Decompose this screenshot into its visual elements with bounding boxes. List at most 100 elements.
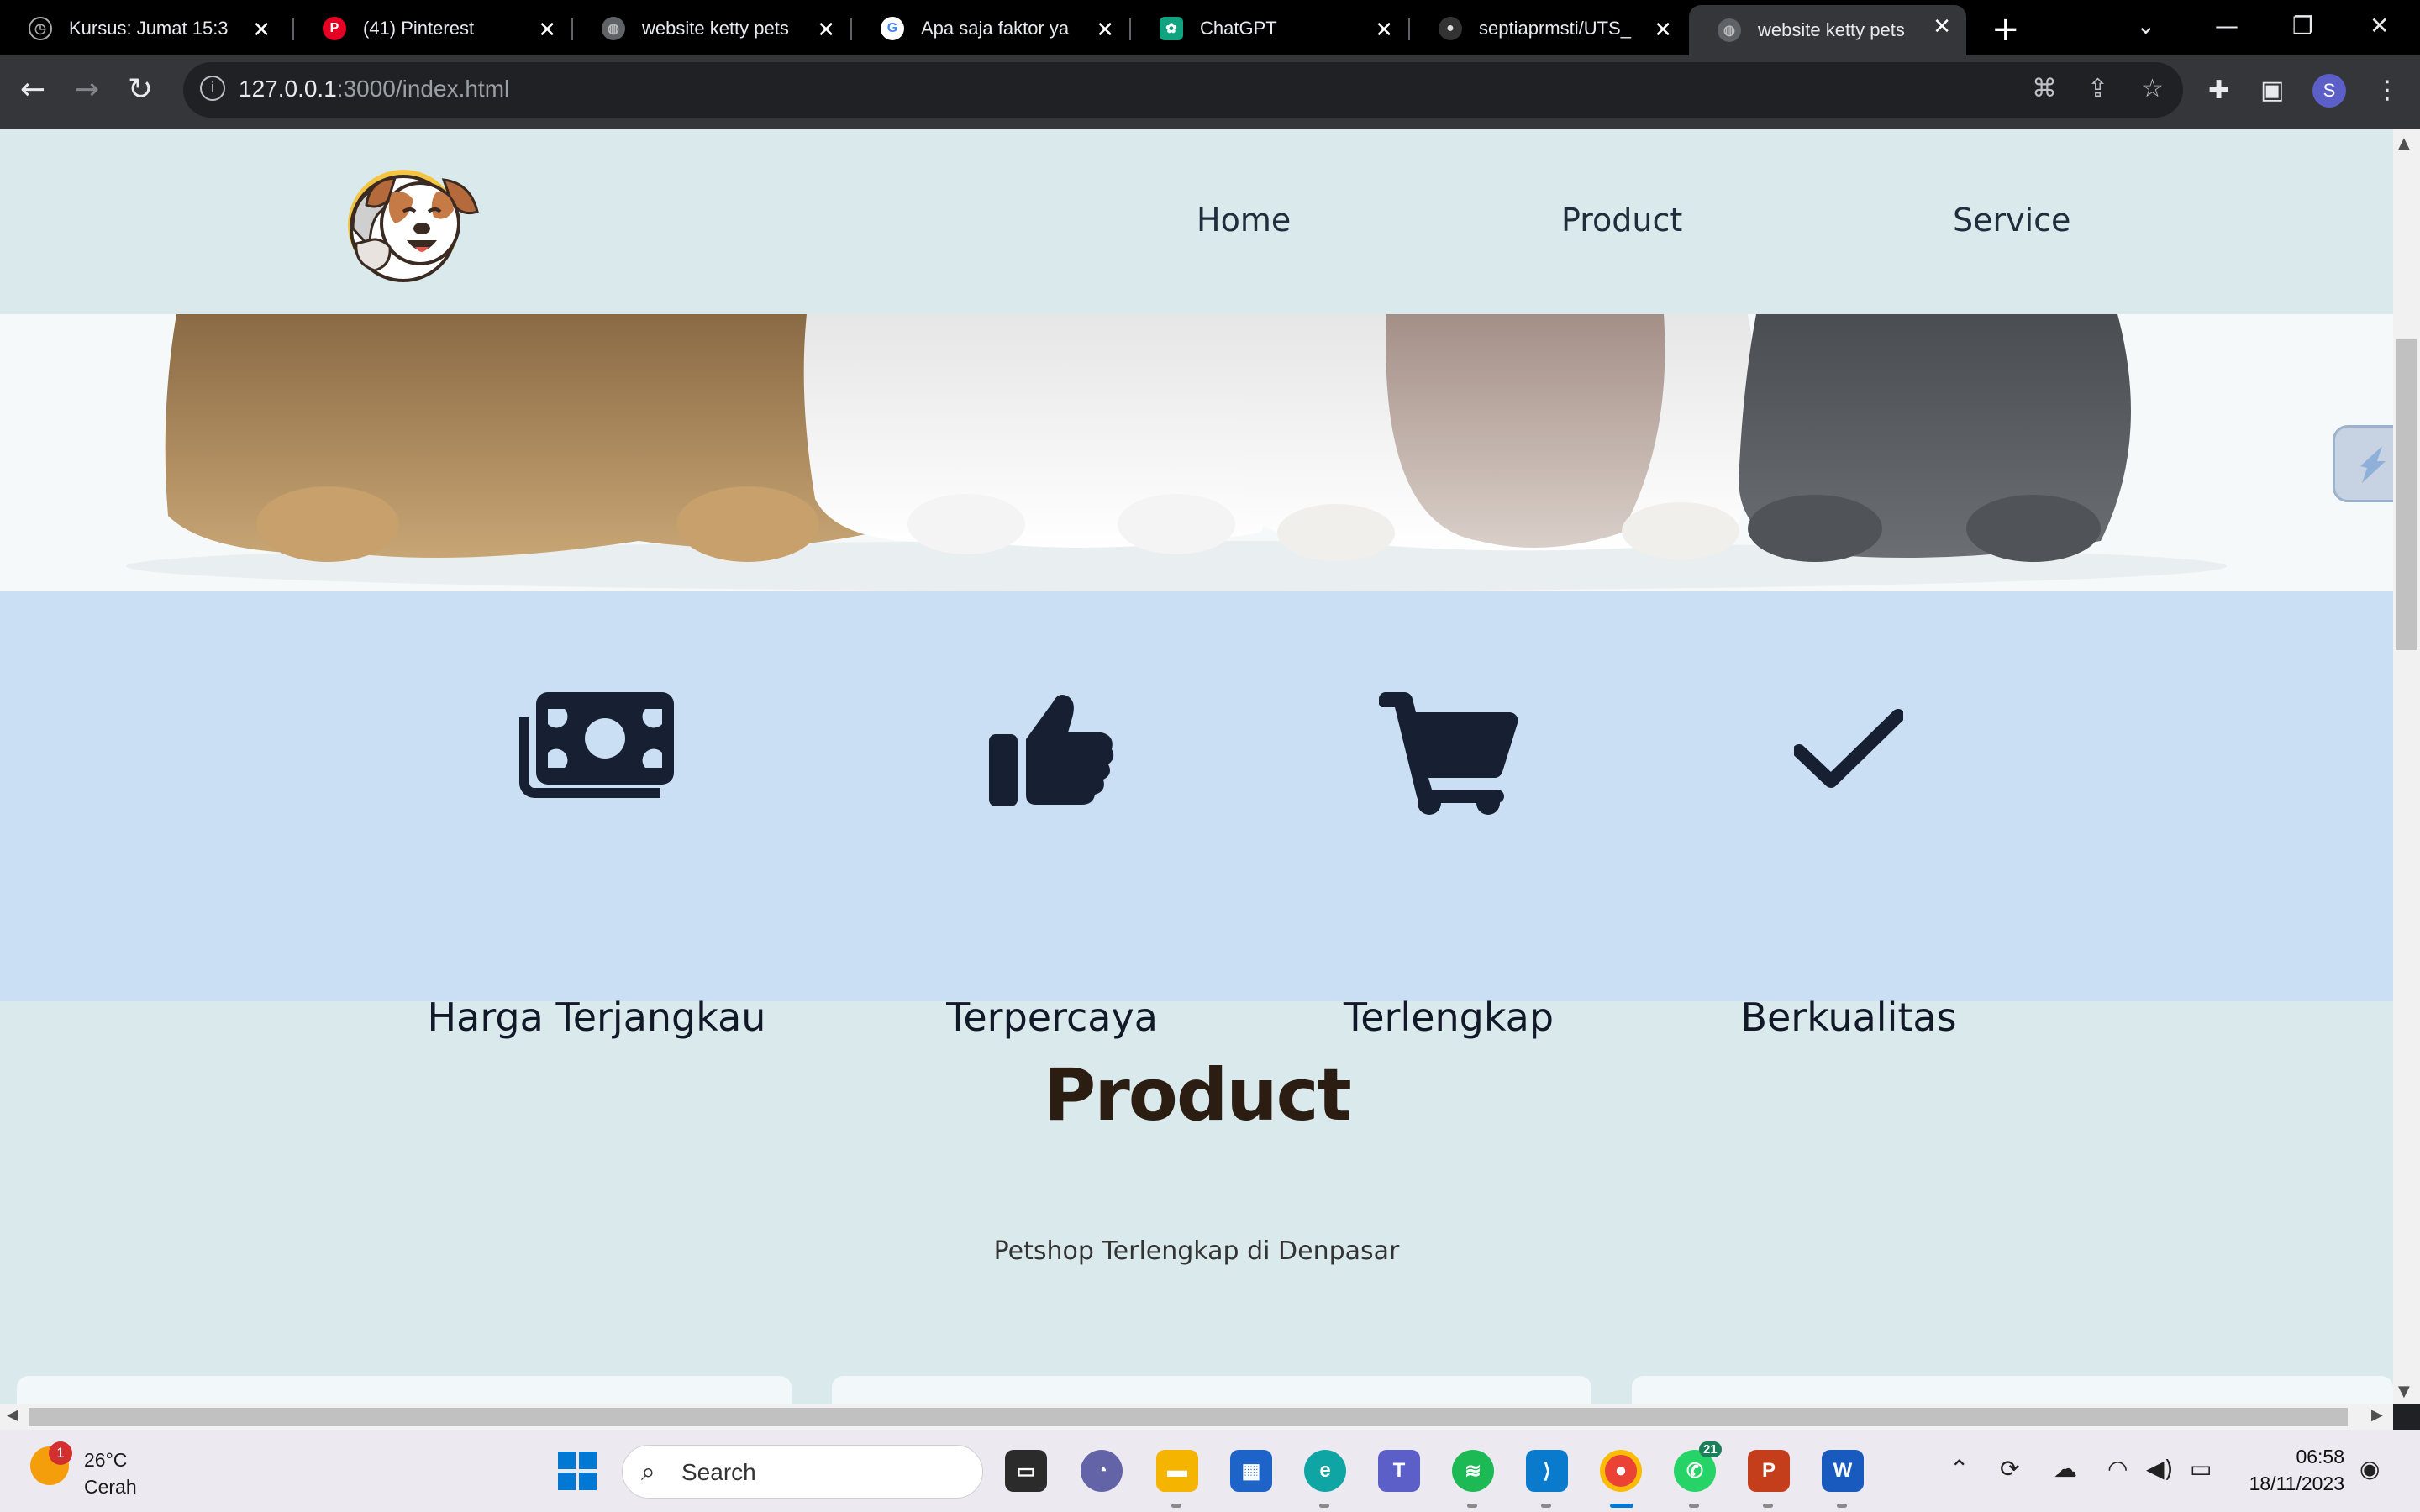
scroll-right-arrow-icon[interactable]: ▶ <box>2371 1406 2383 1424</box>
scroll-left-arrow-icon[interactable]: ◀ <box>7 1406 18 1424</box>
notification-bell-icon[interactable]: ◉ <box>2360 1455 2380 1483</box>
product-card[interactable] <box>1632 1376 2393 1404</box>
moodle-icon: ◷ <box>29 17 52 40</box>
horizontal-scrollbar[interactable]: ◀ ▶ <box>0 1404 2393 1430</box>
page-viewport: Home Product Service Harga Terjangkau Te… <box>0 129 2393 1404</box>
running-indicator <box>1689 1504 1699 1508</box>
back-button[interactable]: ← <box>20 72 45 107</box>
chatgpt-icon: ✿ <box>1160 17 1183 40</box>
bookmark-star-icon[interactable]: ☆ <box>2141 74 2164 103</box>
search-icon: ⌕ <box>641 1457 655 1487</box>
feature-label: Berkualitas <box>1740 995 1957 1040</box>
system-clock[interactable]: 06:58 18/11/2023 <box>2235 1443 2344 1497</box>
share-icon[interactable]: ⇪ <box>2087 74 2108 103</box>
tab-website-ketty-active[interactable]: ◍ website ketty pets ✕ <box>1689 5 1966 55</box>
product-section-title: Product <box>1043 1053 1351 1137</box>
site-info-icon[interactable]: i <box>200 76 225 101</box>
feature-label: Terlengkap <box>1343 995 1555 1040</box>
taskbar-search-box[interactable]: ⌕ Search <box>622 1445 983 1499</box>
check-icon <box>1794 709 1903 788</box>
product-card[interactable] <box>17 1376 792 1404</box>
globe-icon: ◍ <box>602 17 625 40</box>
onedrive-cloud-icon[interactable]: ☁ <box>2054 1455 2077 1483</box>
extensions-puzzle-icon[interactable]: ✚ <box>2208 76 2229 105</box>
windows-start-icon[interactable] <box>556 1450 598 1492</box>
github-icon: ● <box>1439 17 1462 40</box>
close-tab-icon[interactable]: ✕ <box>1933 13 1951 39</box>
nav-product-link[interactable]: Product <box>1561 202 1682 239</box>
word-icon[interactable]: W <box>1822 1450 1864 1492</box>
ketty-pets-logo[interactable] <box>336 163 481 282</box>
whatsapp-icon[interactable]: ✆ 21 <box>1674 1441 1722 1492</box>
reload-button[interactable]: ↻ <box>128 72 153 107</box>
spotify-icon[interactable]: ≋ <box>1452 1450 1494 1492</box>
google-icon: G <box>881 17 904 40</box>
teams-icon[interactable]: T <box>1378 1450 1420 1492</box>
nav-home-link[interactable]: Home <box>1197 202 1291 239</box>
close-tab-icon[interactable]: ✕ <box>817 17 835 43</box>
running-indicator <box>1467 1504 1477 1508</box>
tab-chatgpt[interactable]: ✿ ChatGPT ✕ <box>1131 8 1408 49</box>
menu-kebab-icon[interactable]: ⋮ <box>2375 76 2400 105</box>
file-explorer-icon[interactable]: ▬ <box>1156 1450 1198 1492</box>
scroll-down-arrow-icon[interactable]: ▼ <box>2398 1383 2410 1400</box>
side-panel-icon[interactable]: ▣ <box>2260 76 2284 105</box>
forward-button[interactable]: → <box>74 72 99 107</box>
scroll-up-arrow-icon[interactable]: ▲ <box>2398 134 2410 152</box>
close-tab-icon[interactable]: ✕ <box>538 17 556 43</box>
url-text[interactable]: 127.0.0.1:3000/index.html <box>239 76 509 102</box>
translate-icon[interactable]: ⌘ <box>2032 74 2057 103</box>
product-card[interactable] <box>832 1376 1591 1404</box>
minimize-button[interactable]: — <box>2215 12 2238 39</box>
browser-toolbar: ← → ↻ i 127.0.0.1:3000/index.html ⌘ ⇪ ☆ … <box>0 55 2420 129</box>
edge-icon[interactable]: e <box>1304 1450 1346 1492</box>
tab-kursus[interactable]: ◷ Kursus: Jumat 15:3 ✕ <box>0 8 286 49</box>
close-tab-icon[interactable]: ✕ <box>1096 17 1114 43</box>
sync-icon[interactable]: ⟳ <box>2000 1455 2019 1483</box>
address-bar[interactable]: i 127.0.0.1:3000/index.html ⌘ ⇪ ☆ <box>183 62 2183 118</box>
volume-icon[interactable]: ◀) <box>2146 1455 2173 1483</box>
tab-website-ketty-1[interactable]: ◍ website ketty pets ✕ <box>573 8 850 49</box>
wifi-icon[interactable]: ◠ <box>2107 1455 2128 1483</box>
running-indicator <box>1171 1504 1181 1508</box>
chrome-icon[interactable]: ● <box>1600 1450 1642 1492</box>
weather-desc: Cerah <box>84 1476 137 1498</box>
close-tab-icon[interactable]: ✕ <box>252 17 271 43</box>
tab-google[interactable]: G Apa saja faktor ya ✕ <box>852 8 1129 49</box>
profile-avatar[interactable]: S <box>2312 74 2346 108</box>
pets-paws-photo <box>0 314 2393 591</box>
nav-service-link[interactable]: Service <box>1953 202 2070 239</box>
scrollbar-thumb[interactable] <box>29 1408 2348 1426</box>
running-indicator <box>1763 1504 1773 1508</box>
weather-widget[interactable]: 1 26°C Cerah <box>30 1441 137 1500</box>
close-tab-icon[interactable]: ✕ <box>1375 17 1393 43</box>
running-indicator <box>1837 1504 1847 1508</box>
microsoft-store-icon[interactable]: ▦ <box>1230 1450 1272 1492</box>
tray-overflow-chevron-icon[interactable]: ⌃ <box>1949 1455 1969 1483</box>
feature-berkualitas: Berkualitas <box>1672 591 2025 1040</box>
windows-taskbar: 1 26°C Cerah ⌕ Search ▭ ◔ ▬ ▦ e T ≋ ⟩ ● … <box>0 1430 2420 1512</box>
thumbs-up-icon <box>989 695 1114 806</box>
tab-pinterest[interactable]: P (41) Pinterest ✕ <box>294 8 571 49</box>
running-indicator <box>1541 1504 1551 1508</box>
cart-icon <box>1379 692 1518 815</box>
scrollbar-thumb[interactable] <box>2396 339 2417 650</box>
product-section-subtitle: Petshop Terlengkap di Denpasar <box>993 1236 1400 1266</box>
chat-icon[interactable]: ◔ <box>1081 1450 1123 1492</box>
powerpoint-icon[interactable]: P <box>1748 1450 1790 1492</box>
tab-search-chevron-icon[interactable]: ⌄ <box>2136 12 2155 39</box>
vscode-icon[interactable]: ⟩ <box>1526 1450 1568 1492</box>
tab-github[interactable]: ● septiaprmsti/UTS_ ✕ <box>1410 8 1687 49</box>
pinterest-icon: P <box>323 17 346 40</box>
new-tab-button[interactable]: + <box>1991 10 2020 49</box>
battery-icon[interactable]: ▭ <box>2190 1455 2212 1483</box>
close-window-button[interactable]: ✕ <box>2370 12 2389 39</box>
running-indicator <box>1319 1504 1329 1508</box>
site-header: Home Product Service <box>0 129 2393 314</box>
features-section: Harga Terjangkau Terpercaya Terlengkap B… <box>0 591 2393 1040</box>
task-view-icon[interactable]: ▭ <box>1005 1450 1047 1492</box>
vertical-scrollbar[interactable]: ▲ ▼ <box>2393 129 2420 1404</box>
close-tab-icon[interactable]: ✕ <box>1654 17 1672 43</box>
restore-button[interactable]: ❐ <box>2292 12 2313 39</box>
tab-strip: ◷ Kursus: Jumat 15:3 ✕ P (41) Pinterest … <box>0 0 2420 55</box>
